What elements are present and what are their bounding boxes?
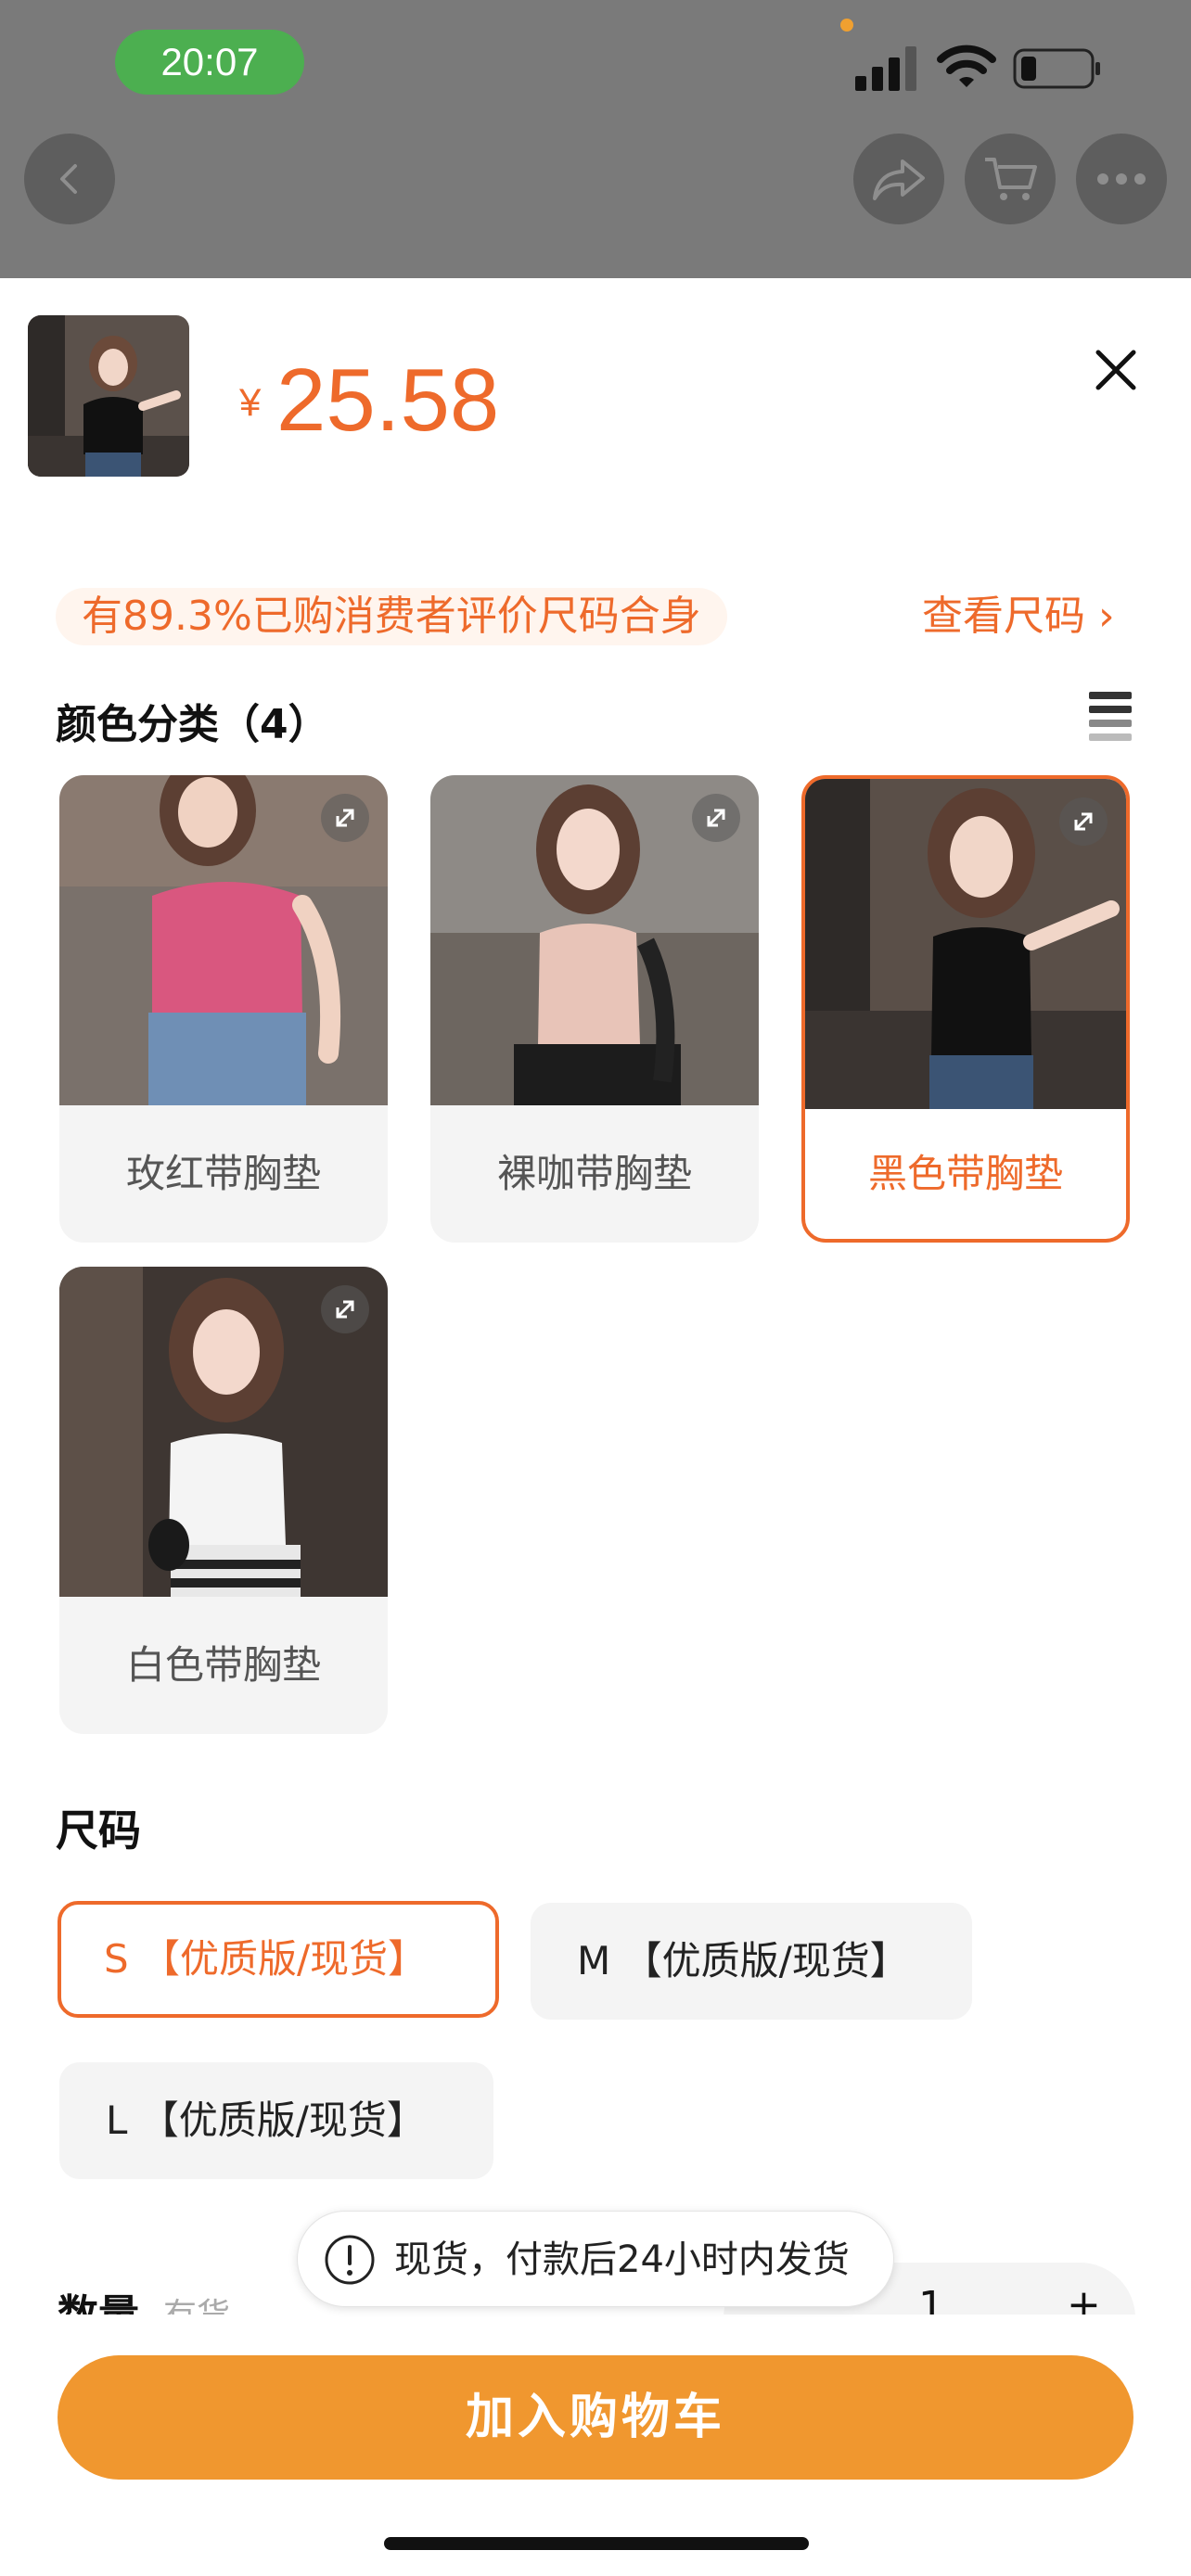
expand-icon[interactable] [1059, 797, 1108, 846]
color-option-label: 玫红带胸垫 [125, 1151, 321, 1196]
cellular-signal-icon [855, 46, 916, 91]
shopping-cart-icon [985, 158, 1037, 200]
status-bar: 20:07 [0, 0, 1191, 121]
cart-button[interactable] [965, 134, 1056, 224]
back-button[interactable] [24, 134, 115, 224]
color-option-card[interactable]: 裸咖带胸垫 [430, 775, 759, 1243]
toast-text: 现货，付款后24小时内发货 [394, 2238, 850, 2281]
close-icon[interactable] [1085, 339, 1146, 401]
color-option-label: 白色带胸垫 [125, 1642, 321, 1688]
size-option-m[interactable]: M 【优质版/现货】 [531, 1903, 972, 2020]
quantity-value: 1 [918, 2283, 944, 2315]
list-view-icon[interactable] [1087, 690, 1133, 742]
battery-icon [1013, 48, 1100, 89]
chevron-left-icon [60, 164, 77, 194]
stock-status: 有货 [163, 2289, 230, 2315]
expand-icon[interactable] [692, 794, 740, 842]
size-section-title: 尺码 [56, 1805, 141, 1855]
share-button[interactable] [853, 134, 944, 224]
status-time: 20:07 [115, 30, 304, 95]
color-option-card-selected[interactable]: 黑色带胸垫 [801, 775, 1130, 1243]
size-fit-notice: 有89.3%已购消费者评价尺码合身 [56, 588, 727, 645]
currency-symbol: ¥ [239, 380, 262, 424]
color-option-card[interactable]: 白色带胸垫 [59, 1267, 388, 1734]
product-thumbnail[interactable] [28, 315, 189, 477]
more-button[interactable] [1076, 134, 1167, 224]
color-option-label: 裸咖带胸垫 [496, 1151, 692, 1196]
color-option-card[interactable]: 玫红带胸垫 [59, 775, 388, 1243]
exclamation-icon [325, 2235, 375, 2285]
product-photo [28, 315, 189, 477]
quantity-label: 数量 [58, 2281, 139, 2315]
size-option-s[interactable]: S 【优质版/现货】 [58, 1901, 499, 2018]
quantity-plus-button[interactable]: + [1067, 2281, 1101, 2315]
home-indicator [384, 2537, 809, 2550]
expand-icon[interactable] [321, 794, 369, 842]
privacy-indicator-dot [840, 19, 853, 32]
expand-icon[interactable] [321, 1285, 369, 1333]
more-dots-icon [1097, 173, 1146, 185]
share-icon [873, 159, 925, 200]
color-option-label: 黑色带胸垫 [867, 1151, 1063, 1196]
wifi-icon [937, 45, 996, 87]
product-price: 25.58 [276, 351, 500, 450]
shipping-toast: 现货，付款后24小时内发货 [297, 2211, 894, 2307]
add-to-cart-button[interactable]: 加入购物车 [58, 2355, 1133, 2480]
size-option-l[interactable]: L 【优质版/现货】 [59, 2062, 493, 2179]
size-guide-link[interactable]: 查看尺码 › [922, 588, 1115, 645]
color-section-title: 颜色分类（4） [56, 701, 329, 748]
page-nav-bar [0, 121, 1191, 278]
